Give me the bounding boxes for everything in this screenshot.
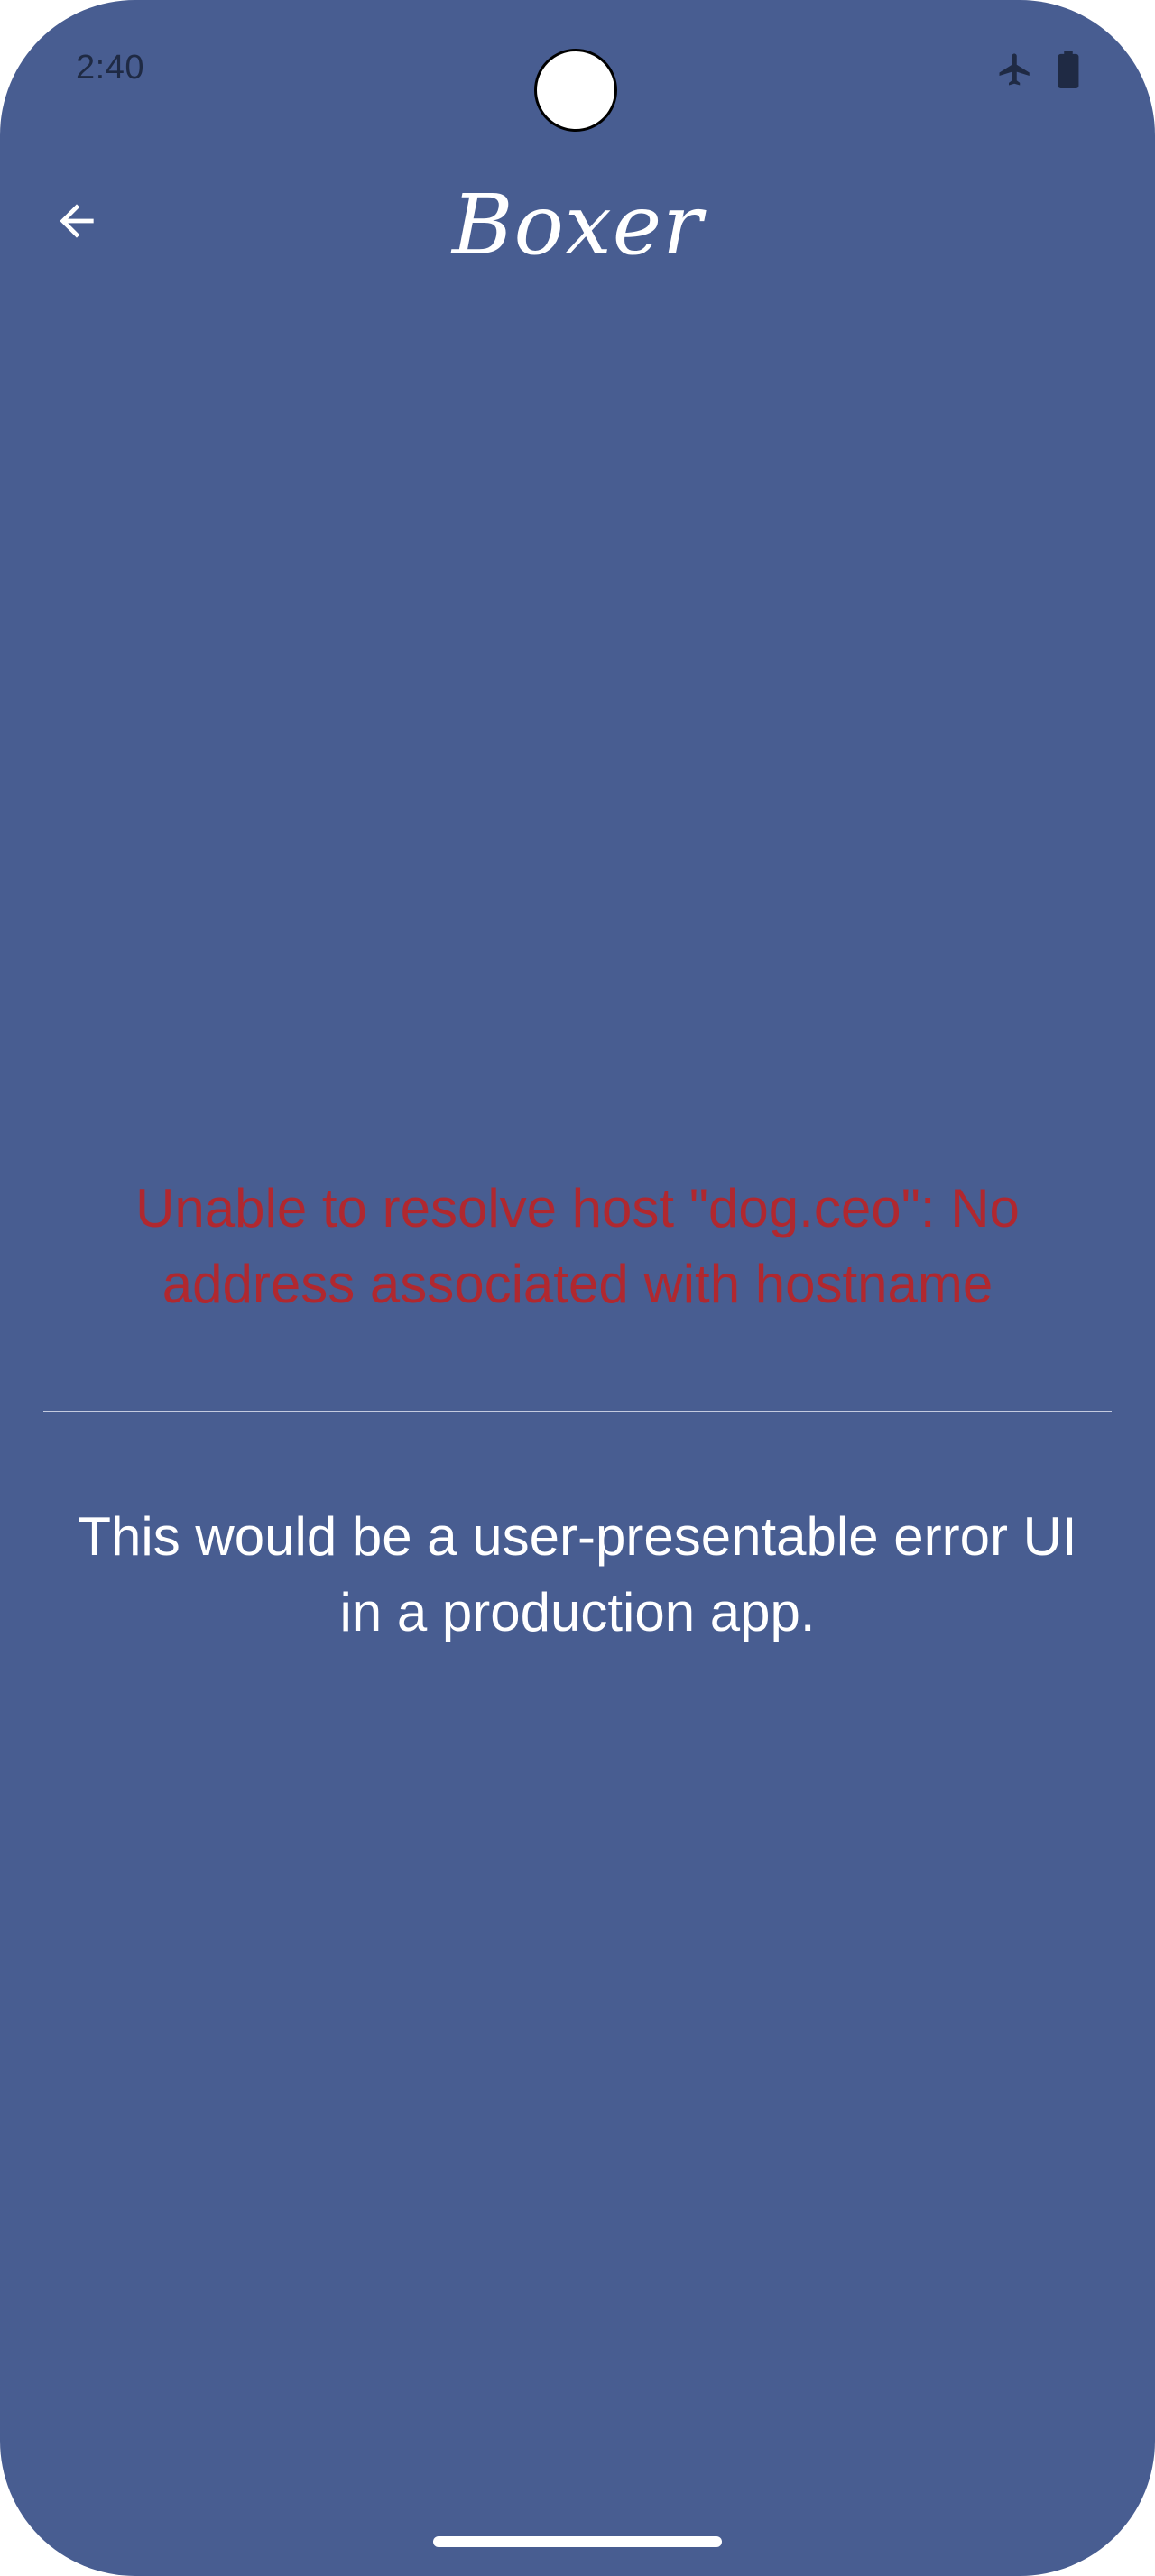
- status-time: 2:40: [76, 49, 144, 87]
- home-indicator[interactable]: [433, 2536, 722, 2547]
- info-message: This would be a user-presentable error U…: [78, 1506, 1077, 1642]
- error-message: Unable to resolve host "dog.ceo": No add…: [135, 1178, 1020, 1314]
- battery-icon: [1058, 51, 1079, 88]
- page-title: Boxer: [451, 177, 704, 273]
- phone-screen: 2:40 Boxer Unable to resolve host "dog.c…: [0, 0, 1155, 2576]
- back-button[interactable]: [36, 180, 117, 262]
- arrow-left-icon: [60, 204, 94, 238]
- airplane-mode-icon: [999, 53, 1030, 86]
- divider: [43, 1411, 1112, 1412]
- camera-cutout: [534, 49, 617, 132]
